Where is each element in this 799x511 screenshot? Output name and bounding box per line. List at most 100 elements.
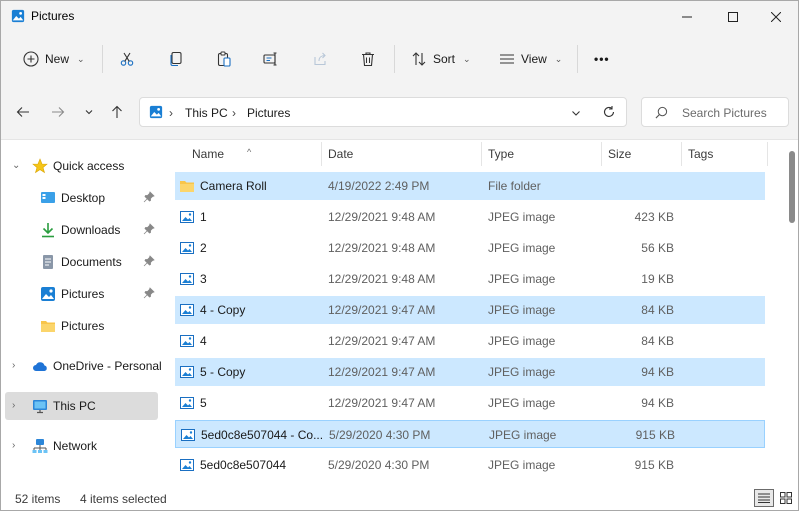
file-date: 12/29/2021 9:48 AM: [328, 272, 436, 286]
table-row[interactable]: 2 12/29/2021 9:48 AM JPEG image 56 KB: [175, 234, 765, 262]
address-bar[interactable]: › This PC › Pictures: [139, 97, 627, 127]
paste-icon: [217, 51, 231, 67]
breadcrumb-this-pc[interactable]: This PC: [185, 106, 228, 120]
image-file-icon: [180, 211, 194, 223]
file-date: 12/29/2021 9:47 AM: [328, 334, 436, 348]
column-divider[interactable]: [767, 142, 768, 166]
column-header-name[interactable]: Name: [192, 147, 224, 161]
chevron-down-icon: [85, 110, 93, 115]
table-row[interactable]: 4 12/29/2021 9:47 AM JPEG image 84 KB: [175, 327, 765, 355]
details-view-button[interactable]: [754, 489, 774, 507]
sidebar-item-pictures-pinned[interactable]: Pictures: [5, 280, 158, 308]
sidebar-item-pictures-folder[interactable]: Pictures: [5, 312, 158, 340]
vertical-scrollbar[interactable]: [789, 151, 795, 223]
table-row[interactable]: 5 - Copy 12/29/2021 9:47 AM JPEG image 9…: [175, 358, 765, 386]
column-header-size[interactable]: Size: [608, 147, 631, 161]
table-row[interactable]: 5 12/29/2021 9:47 AM JPEG image 94 KB: [175, 389, 765, 417]
table-row[interactable]: 3 12/29/2021 9:48 AM JPEG image 19 KB: [175, 265, 765, 293]
share-button[interactable]: [312, 43, 328, 75]
sidebar-item-quick-access[interactable]: ⌄ Quick access: [5, 152, 158, 180]
minimize-button[interactable]: [664, 1, 710, 33]
chevron-down-icon[interactable]: ⌄: [12, 160, 20, 171]
sidebar-item-desktop[interactable]: Desktop: [5, 184, 158, 212]
delete-button[interactable]: [360, 43, 376, 75]
network-icon: [32, 439, 48, 453]
file-name: 5 - Copy: [200, 365, 246, 379]
column-header-type[interactable]: Type: [488, 147, 514, 161]
table-row[interactable]: 5ed0c8e507044 5/29/2020 4:30 PM JPEG ima…: [175, 451, 765, 479]
file-size: 423 KB: [634, 210, 674, 224]
file-type: JPEG image: [489, 428, 557, 442]
more-options-button[interactable]: •••: [594, 43, 610, 75]
maximize-button[interactable]: [710, 1, 756, 33]
table-row[interactable]: 4 - Copy 12/29/2021 9:47 AM JPEG image 8…: [175, 296, 765, 324]
up-button[interactable]: [106, 101, 128, 123]
arrow-up-icon: [112, 105, 122, 118]
copy-button[interactable]: [168, 43, 184, 75]
sidebar-item-this-pc[interactable]: › This PC: [5, 392, 158, 420]
paste-button[interactable]: [216, 43, 232, 75]
divider: [394, 45, 395, 73]
rename-button[interactable]: [263, 43, 279, 75]
new-button[interactable]: New ⌄: [23, 43, 85, 75]
file-type: JPEG image: [488, 272, 556, 286]
folder-icon: [180, 181, 194, 192]
sidebar-item-label: Network: [53, 439, 98, 453]
arrow-left-icon: [16, 107, 29, 117]
share-icon: [314, 52, 326, 66]
sort-icon: [412, 52, 426, 66]
chevron-right-icon[interactable]: ›: [12, 360, 15, 371]
sidebar-item-label: OneDrive - Personal: [53, 359, 162, 373]
chevron-down-icon[interactable]: [571, 108, 581, 118]
file-size: 915 KB: [634, 458, 674, 472]
column-divider[interactable]: [681, 142, 682, 166]
column-divider[interactable]: [481, 142, 482, 166]
sidebar-item-onedrive[interactable]: › OneDrive - Personal: [5, 352, 162, 380]
view-button[interactable]: View ⌄: [499, 43, 562, 75]
search-input[interactable]: Search Pictures: [641, 97, 789, 127]
recent-locations-button[interactable]: [78, 101, 100, 123]
back-button[interactable]: [12, 101, 34, 123]
sidebar-item-label: Pictures: [61, 319, 105, 333]
forward-button[interactable]: [47, 101, 69, 123]
sort-button[interactable]: Sort ⌄: [411, 43, 471, 75]
chevron-right-icon[interactable]: ›: [12, 400, 15, 411]
file-date: 12/29/2021 9:48 AM: [328, 210, 436, 224]
file-size: 56 KB: [641, 241, 674, 255]
star-icon: [32, 158, 48, 174]
copy-icon: [170, 51, 182, 67]
table-row[interactable]: Camera Roll 4/19/2022 2:49 PM File folde…: [175, 172, 765, 200]
sidebar-item-label: Documents: [61, 255, 122, 269]
table-row[interactable]: 1 12/29/2021 9:48 AM JPEG image 423 KB: [175, 203, 765, 231]
breadcrumb-pictures[interactable]: Pictures: [247, 106, 290, 120]
sidebar-item-label: Desktop: [61, 191, 106, 205]
refresh-icon[interactable]: [602, 105, 616, 119]
title-bar: Pictures: [1, 1, 798, 33]
file-size: 915 KB: [635, 428, 675, 442]
tiles-view-button[interactable]: [776, 489, 796, 507]
column-header-tags[interactable]: Tags: [688, 147, 713, 161]
column-divider[interactable]: [321, 142, 322, 166]
close-button[interactable]: [753, 1, 798, 33]
sidebar-item-downloads[interactable]: Downloads: [5, 216, 158, 244]
divider: [102, 45, 103, 73]
image-file-icon: [181, 429, 195, 441]
table-row[interactable]: 5ed0c8e507044 - Co... 5/29/2020 4:30 PM …: [175, 420, 765, 448]
search-placeholder: Search Pictures: [682, 106, 767, 120]
image-file-icon: [180, 366, 194, 378]
column-header-date[interactable]: Date: [328, 147, 353, 161]
new-label: New: [45, 52, 70, 66]
file-type: JPEG image: [488, 365, 556, 379]
sidebar-item-network[interactable]: › Network: [5, 432, 158, 460]
file-type: JPEG image: [488, 303, 556, 317]
column-divider[interactable]: [601, 142, 602, 166]
file-date: 12/29/2021 9:48 AM: [328, 241, 436, 255]
chevron-right-icon[interactable]: ›: [12, 440, 15, 451]
sidebar-item-label: This PC: [53, 399, 96, 413]
sidebar-item-documents[interactable]: Documents: [5, 248, 158, 276]
status-bar: 52 items 4 items selected: [1, 486, 798, 510]
image-file-icon: [180, 335, 194, 347]
image-file-icon: [180, 242, 194, 254]
cut-button[interactable]: [119, 43, 135, 75]
file-size: 94 KB: [641, 365, 674, 379]
